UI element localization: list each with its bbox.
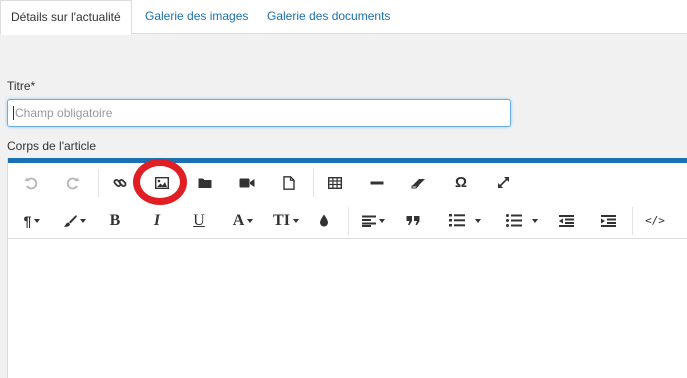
paragraph-style-button[interactable]: ¶ [16, 202, 48, 239]
code-view-button[interactable]: </> [642, 202, 668, 239]
align-icon [361, 215, 376, 227]
italic-button[interactable]: I [146, 202, 168, 239]
indent-button[interactable] [597, 202, 619, 239]
brush-icon [63, 214, 77, 228]
outdent-button[interactable] [555, 202, 577, 239]
link-icon [113, 176, 127, 190]
style-brush-button[interactable] [58, 202, 90, 239]
eraser-icon [411, 177, 427, 189]
align-button[interactable] [357, 202, 389, 239]
special-char-button[interactable]: Ω [448, 164, 474, 201]
table-icon [328, 176, 342, 189]
font-color-button[interactable]: A [226, 202, 260, 239]
table-button[interactable] [322, 164, 348, 201]
editor-content-area[interactable] [8, 241, 687, 378]
redo-button[interactable] [60, 164, 86, 201]
fullscreen-button[interactable] [490, 164, 516, 201]
chevron-down-icon [378, 218, 385, 223]
outdent-icon [558, 214, 574, 227]
font-color-label: A [232, 211, 245, 229]
tab-image-gallery[interactable]: Galerie des images [145, 0, 248, 34]
toolbar-separator [98, 169, 99, 197]
tab-bar: Détails sur l'actualité Galerie des imag… [0, 0, 687, 35]
horizontal-rule-icon [370, 181, 384, 185]
ordered-list-icon [449, 214, 465, 227]
title-field-wrapper [7, 99, 511, 127]
quote-button[interactable] [402, 202, 424, 239]
fullscreen-icon [497, 176, 510, 189]
chevron-down-icon [34, 218, 41, 223]
rich-text-editor: Ω ¶ B I U A TI </> [7, 158, 687, 378]
toolbar-separator [632, 207, 633, 235]
file-icon [283, 175, 295, 190]
undo-button[interactable] [18, 164, 44, 201]
omega-icon: Ω [454, 174, 468, 191]
chevron-down-icon [247, 218, 254, 223]
chevron-down-icon [292, 218, 299, 223]
horizontal-rule-button[interactable] [364, 164, 390, 201]
chevron-down-icon [475, 218, 481, 223]
unordered-list-icon [506, 214, 522, 227]
tab-document-gallery[interactable]: Galerie des documents [267, 0, 390, 34]
redo-icon [66, 176, 80, 190]
font-size-label: TI [273, 211, 290, 229]
toolbar-separator [348, 207, 349, 235]
font-size-button[interactable]: TI [268, 202, 304, 239]
quote-icon [406, 215, 420, 226]
body-label: Corps de l'article [7, 139, 96, 153]
bold-button[interactable]: B [104, 202, 126, 239]
unordered-list-button[interactable] [502, 202, 542, 239]
indent-icon [600, 214, 616, 227]
folder-button[interactable] [192, 164, 218, 201]
file-button[interactable] [276, 164, 302, 201]
video-button[interactable] [234, 164, 260, 201]
title-label: Titre* [7, 79, 36, 93]
eraser-button[interactable] [406, 164, 432, 201]
tab-details[interactable]: Détails sur l'actualité [0, 0, 132, 35]
toolbar-separator [313, 169, 314, 197]
ink-button[interactable] [314, 202, 334, 239]
code-view-icon: </> [645, 214, 665, 227]
folder-icon [198, 177, 212, 189]
video-icon [239, 177, 255, 189]
link-button[interactable] [107, 164, 133, 201]
paragraph-icon: ¶ [23, 212, 32, 229]
image-icon [155, 176, 169, 189]
title-input[interactable] [8, 100, 510, 126]
toolbar-row-1: Ω [8, 164, 687, 201]
editor-top-border [8, 158, 687, 163]
undo-icon [24, 176, 38, 190]
ordered-list-button[interactable] [445, 202, 485, 239]
image-button[interactable] [149, 164, 175, 201]
underline-button[interactable]: U [188, 202, 210, 239]
chevron-down-icon [79, 218, 86, 223]
ink-drop-icon [319, 214, 329, 227]
chevron-down-icon [532, 218, 538, 223]
text-cursor [13, 106, 14, 120]
toolbar-row-2: ¶ B I U A TI </> [8, 202, 687, 239]
